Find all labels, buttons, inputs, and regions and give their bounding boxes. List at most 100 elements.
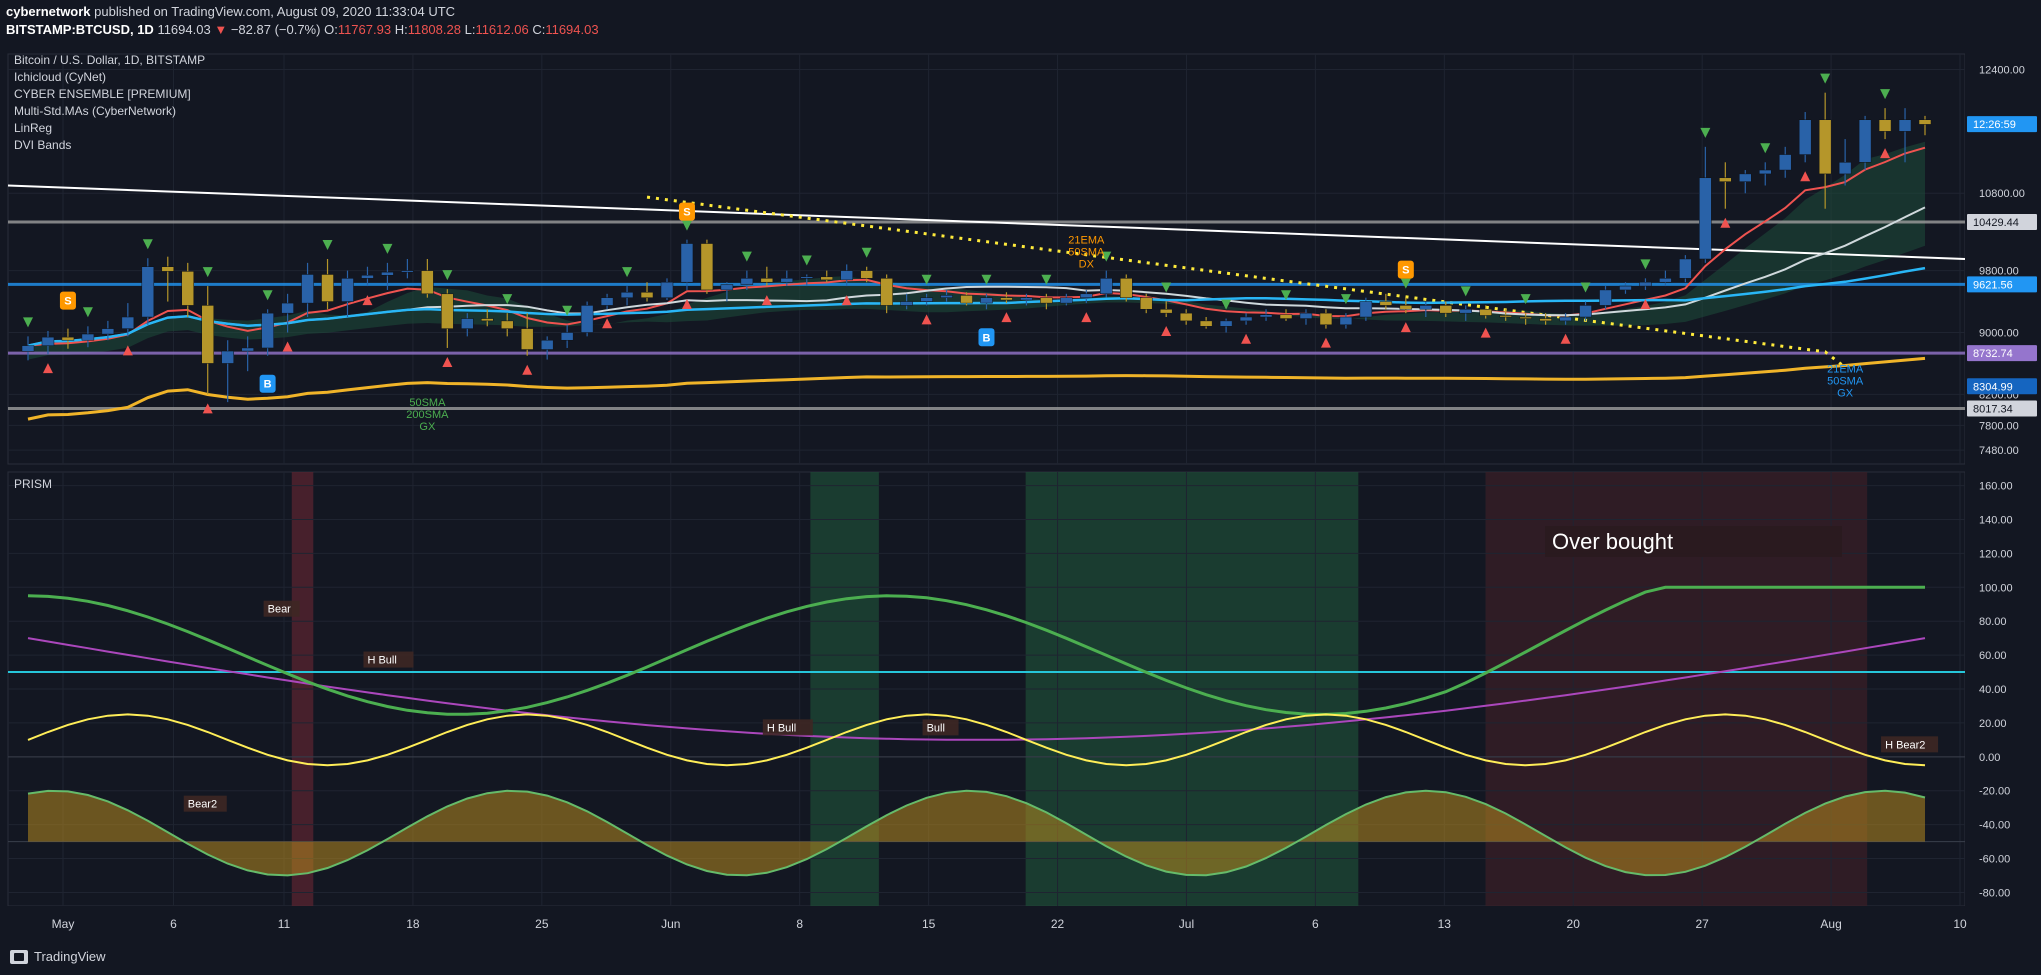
prism-signal-label: Bear [268, 604, 292, 616]
prism-signal-label: Bull [927, 722, 945, 734]
prism-tick-label: 120.00 [1979, 548, 2013, 560]
signal-badge-text: S [683, 207, 690, 219]
crossover-annotation: 200SMA [406, 409, 449, 421]
prism-signal-label: H Bull [367, 655, 396, 667]
close-value: 11694.03 [545, 22, 599, 37]
price-level-chip-text: 8732.74 [1973, 348, 2013, 360]
time-tick-label: 10 [1953, 917, 1967, 931]
legend-indicator-5[interactable]: DVI Bands [14, 138, 71, 152]
time-tick-label: Jul [1179, 917, 1194, 931]
down-arrow-icon: ▼ [214, 22, 228, 37]
prism-tick-label: 160.00 [1979, 481, 2013, 493]
crossover-annotation: DX [1079, 259, 1095, 271]
legend-indicator-3[interactable]: Multi-Std.MAs (CyberNetwork) [14, 104, 176, 118]
prism-tick-label: 80.00 [1979, 616, 2007, 628]
prism-tick-label: -20.00 [1979, 786, 2010, 798]
time-tick-label: 13 [1438, 917, 1452, 931]
time-tick-label: 6 [170, 917, 177, 931]
signal-badge-text: B [983, 332, 991, 344]
time-tick-label: 6 [1312, 917, 1319, 931]
price-level-chip-text: 8017.34 [1973, 404, 2013, 416]
time-axis[interactable] [0, 906, 2041, 940]
price-level-chip-text: 8304.99 [1973, 381, 2013, 393]
price-change: −82.87 (−0.7%) [230, 22, 321, 37]
price-tick-label: 9800.00 [1979, 266, 2019, 278]
prism-tick-label: 40.00 [1979, 684, 2007, 696]
price-level-chip-text: 9621.56 [1973, 279, 2013, 291]
time-tick-label: 22 [1051, 917, 1065, 931]
time-tick-label: Jun [661, 917, 680, 931]
prism-tick-label: 60.00 [1979, 650, 2007, 662]
crossover-annotation: 21EMA [1068, 235, 1105, 247]
candle [1120, 274, 1133, 302]
crossover-annotation: 50SMA [409, 397, 446, 409]
high-value: 11808.28 [407, 22, 461, 37]
low-label: L: [464, 22, 476, 37]
time-tick-label: 18 [406, 917, 420, 931]
time-tick-label: May [52, 917, 75, 931]
candle [700, 239, 714, 294]
prism-tick-label: 20.00 [1979, 718, 2007, 730]
crossover-annotation: 50SMA [1068, 247, 1105, 259]
signal-badge-text: S [64, 296, 71, 308]
candle [1798, 112, 1812, 163]
prism-tick-label: -40.00 [1979, 820, 2010, 832]
candle [141, 258, 155, 325]
legend-indicator-4[interactable]: LinReg [14, 121, 52, 135]
time-tick-label: Aug [1820, 917, 1841, 931]
prism-signal-label: H Bull [767, 722, 796, 734]
tradingview-brand[interactable]: TradingView [10, 949, 106, 964]
high-label: H: [394, 22, 408, 37]
chart-header: cybernetwork published on TradingView.co… [0, 0, 2041, 44]
symbol-label: BITSTAMP:BTCUSD, 1D [6, 22, 154, 37]
time-tick-label: 8 [796, 917, 803, 931]
price-level-chip-text: 12:26:59 [1973, 119, 2016, 131]
prism-tick-label: -60.00 [1979, 854, 2010, 866]
publisher-name[interactable]: cybernetwork [6, 4, 91, 19]
candle [580, 301, 594, 337]
time-tick-label: 20 [1567, 917, 1581, 931]
prism-signal-label: H Bear2 [1885, 739, 1925, 751]
open-label: O: [324, 22, 338, 37]
price-level-chip-text: 10429.44 [1973, 217, 2019, 229]
low-value: 11612.06 [475, 22, 529, 37]
crossover-annotation: 50SMA [1827, 376, 1864, 388]
publish-line: cybernetwork published on TradingView.co… [6, 3, 455, 21]
overbought-label: Over bought [1552, 529, 1673, 554]
legend-indicator-1[interactable]: Ichicloud (CyNet) [14, 70, 106, 84]
candle [1679, 255, 1692, 283]
price-tick-label: 7800.00 [1979, 420, 2019, 432]
signal-badge-text: S [1402, 265, 1409, 277]
price-pane-frame [7, 53, 1966, 465]
crossover-annotation: GX [419, 421, 436, 433]
prism-tick-label: -80.00 [1979, 887, 2010, 899]
published-text: published on TradingView.com, August 09,… [94, 4, 456, 19]
prism-pane-label[interactable]: PRISM [14, 477, 52, 491]
signal-badge-text: B [264, 379, 272, 391]
close-label: C: [532, 22, 546, 37]
prism-signal-label: Bear2 [188, 799, 217, 811]
price-pane[interactable] [7, 53, 1966, 465]
legend-title: Bitcoin / U.S. Dollar, 1D, BITSTAMP [14, 53, 205, 67]
legend-indicator-2[interactable]: CYBER ENSEMBLE [PREMIUM] [14, 87, 191, 101]
open-value: 11767.93 [337, 22, 392, 37]
prism-tick-label: 0.00 [1979, 752, 2000, 764]
candle [1858, 115, 1872, 171]
quote-line: BITSTAMP:BTCUSD, 1D 11694.03 ▼ −82.87 (−… [6, 21, 599, 39]
time-tick-label: 25 [535, 917, 549, 931]
prism-tick-label: 140.00 [1979, 514, 2013, 526]
brand-name: TradingView [34, 949, 106, 964]
time-tick-label: 27 [1695, 917, 1709, 931]
chart-canvas[interactable]: SSSBB50SMA200SMAGX21EMA50SMADX21EMA50SMA… [0, 44, 2041, 940]
candle [680, 239, 694, 290]
time-tick-label: 15 [922, 917, 936, 931]
prism-tick-label: 100.00 [1979, 582, 2013, 594]
price-tick-label: 12400.00 [1979, 64, 2025, 76]
price-tick-label: 7480.00 [1979, 445, 2019, 457]
price-tick-label: 9000.00 [1979, 327, 2019, 339]
crossover-annotation: 21EMA [1827, 364, 1864, 376]
last-price: 11694.03 [157, 22, 211, 37]
crossover-annotation: GX [1837, 388, 1854, 400]
price-tick-label: 10800.00 [1979, 188, 2025, 200]
time-tick-label: 11 [278, 917, 291, 931]
